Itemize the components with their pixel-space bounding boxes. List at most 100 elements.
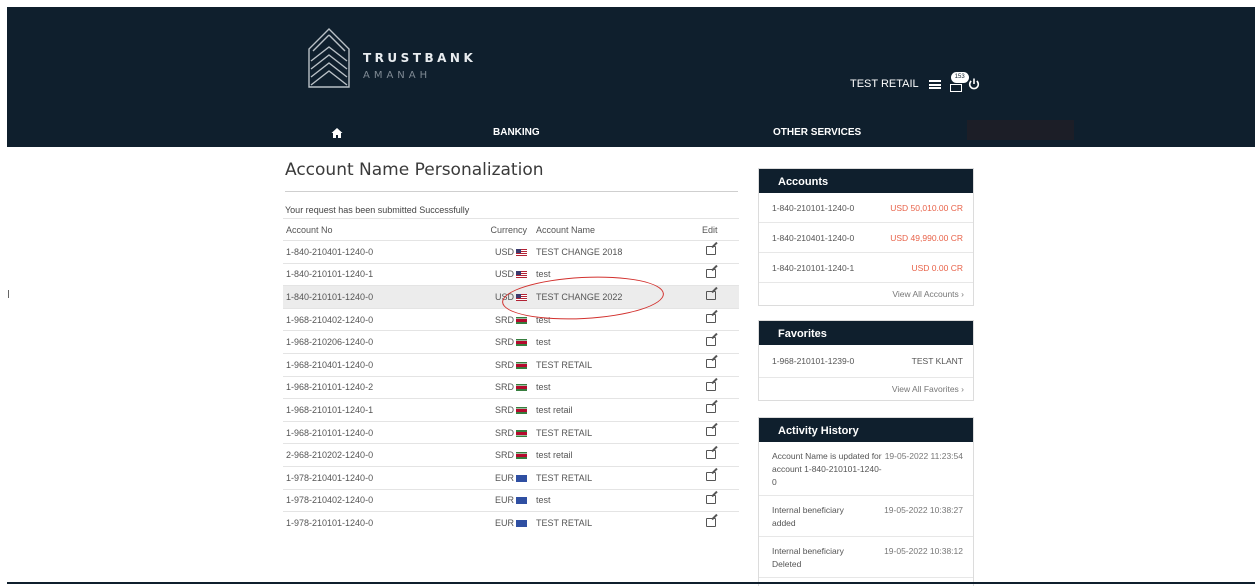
srd-flag-icon	[516, 429, 527, 437]
edit-cell	[699, 420, 739, 444]
table-row: 1-978-210402-1240-0 EUR test	[283, 488, 739, 512]
edit-icon[interactable]	[706, 246, 716, 256]
header: TRUSTBANK AMANAH TEST RETAIL 153 BANKING…	[7, 7, 1255, 147]
currency-cell: USD	[475, 262, 533, 286]
home-icon[interactable]	[330, 126, 344, 140]
account-number: 1-968-210402-1240-0	[283, 307, 475, 331]
activity-text: Internal beneficiary Deleted	[772, 546, 844, 569]
title-divider	[285, 191, 738, 192]
currency-code: EUR	[494, 518, 514, 529]
edit-icon[interactable]	[706, 472, 716, 482]
table-row: 2-968-210202-1240-0 SRD test retail	[283, 443, 739, 467]
account-number: 1-978-210402-1240-0	[283, 488, 475, 512]
summary-balance: USD 0.00 CR	[911, 262, 964, 273]
view-all-accounts-link[interactable]: View All Accounts ›	[759, 283, 973, 305]
account-name: test	[533, 375, 699, 399]
edit-icon[interactable]	[706, 359, 716, 369]
currency-cell: EUR	[475, 465, 533, 490]
edit-cell	[699, 262, 739, 286]
currency-cell: SRD	[475, 330, 533, 354]
user-area: TEST RETAIL 153	[850, 72, 980, 95]
srd-flag-icon	[516, 339, 527, 347]
account-number: 1-978-210101-1240-0	[283, 511, 475, 535]
edit-icon[interactable]	[706, 381, 716, 391]
currency-cell: SRD	[475, 352, 533, 377]
accounts-panel: Accounts 1-840-210101-1240-0 USD 50,010.0…	[758, 168, 974, 306]
edit-icon[interactable]	[706, 314, 716, 324]
activity-text: Account Name is updated for account 1-84…	[772, 451, 882, 487]
account-summary-row[interactable]: 1-840-210401-1240-0 USD 49,990.00 CR	[759, 223, 973, 253]
edit-cell	[699, 488, 739, 512]
currency-code: USD	[494, 269, 514, 280]
summary-account-number: 1-840-210101-1240-0	[772, 202, 855, 213]
nav-other-services[interactable]: OTHER SERVICES	[773, 127, 861, 138]
table-row: 1-968-210401-1240-0 SRD TEST RETAIL	[283, 352, 739, 377]
table-row: 1-968-210402-1240-0 SRD test	[283, 307, 739, 331]
activity-text: Internal beneficiary added	[772, 505, 844, 528]
edit-icon[interactable]	[706, 404, 716, 414]
currency-cell: USD	[475, 240, 533, 264]
account-number: 1-968-210401-1240-0	[283, 352, 475, 377]
favorite-row[interactable]: 1-968-210101-1239-0 TEST KLANT	[759, 345, 973, 378]
power-icon[interactable]	[968, 78, 980, 90]
edit-cell	[699, 465, 739, 490]
edit-icon[interactable]	[706, 494, 716, 504]
account-name: TEST RETAIL	[533, 465, 699, 490]
hamburger-menu-icon[interactable]	[928, 79, 941, 89]
mail-count-badge: 153	[950, 72, 969, 83]
edit-icon[interactable]	[706, 517, 716, 527]
edit-cell	[699, 352, 739, 377]
table-row: 1-968-210101-1240-0 SRD TEST RETAIL	[283, 420, 739, 444]
currency-cell: SRD	[475, 375, 533, 399]
account-name: TEST RETAIL	[533, 352, 699, 377]
eur-flag-icon	[516, 474, 527, 482]
edit-icon[interactable]	[706, 268, 716, 278]
account-name: TEST RETAIL	[533, 511, 699, 535]
usd-flag-icon	[516, 248, 527, 256]
accounts-table: Account No Currency Account Name Edit 1-…	[283, 218, 739, 535]
summary-balance: USD 50,010.00 CR	[890, 202, 963, 213]
account-number: 1-968-210101-1240-2	[283, 375, 475, 399]
currency-cell: SRD	[475, 443, 533, 467]
brand-name: TRUSTBANK	[363, 51, 477, 65]
edit-cell	[699, 240, 739, 264]
edit-cell	[699, 511, 739, 535]
currency-code: EUR	[494, 495, 514, 506]
user-name[interactable]: TEST RETAIL	[850, 78, 919, 90]
edit-icon[interactable]	[706, 427, 716, 437]
page-title: Account Name Personalization	[285, 160, 544, 180]
favorite-account-number: 1-968-210101-1239-0	[772, 356, 855, 366]
currency-cell: SRD	[475, 398, 533, 422]
edit-icon[interactable]	[706, 291, 716, 301]
account-number: 1-968-210101-1240-1	[283, 398, 475, 422]
currency-code: EUR	[494, 472, 514, 483]
account-summary-row[interactable]: 1-840-210101-1240-1 USD 0.00 CR	[759, 253, 973, 283]
favorites-panel-title: Favorites	[759, 321, 973, 345]
edit-icon[interactable]	[706, 449, 716, 459]
srd-flag-icon	[516, 406, 527, 414]
srd-flag-icon	[516, 316, 527, 324]
currency-cell: EUR	[475, 511, 533, 535]
edit-icon[interactable]	[706, 336, 716, 346]
scroll-marker	[8, 290, 9, 298]
summary-account-number: 1-840-210101-1240-1	[772, 262, 855, 273]
account-number: 1-840-210401-1240-0	[283, 240, 475, 264]
mail-icon[interactable]: 153	[949, 72, 969, 93]
col-edit: Edit	[699, 218, 739, 241]
currency-code: USD	[494, 246, 514, 257]
account-summary-row[interactable]: 1-840-210101-1240-0 USD 50,010.00 CR	[759, 193, 973, 223]
activity-item: Internal beneficiary added 19-05-2022 10:…	[759, 496, 973, 537]
srd-flag-icon	[516, 452, 527, 460]
table-row: 1-968-210101-1240-1 SRD test retail	[283, 398, 739, 422]
table-row: 1-840-210401-1240-0 USD TEST CHANGE 2018	[283, 240, 739, 264]
favorite-name: TEST KLANT	[911, 356, 963, 366]
account-name: test	[533, 488, 699, 512]
currency-code: SRD	[494, 404, 514, 415]
nav-banking[interactable]: BANKING	[493, 127, 540, 138]
trustbank-logo[interactable]: TRUSTBANK AMANAH	[305, 27, 505, 97]
view-all-favorites-link[interactable]: View All Favorites ›	[759, 378, 973, 400]
col-account-no: Account No	[283, 218, 475, 241]
account-number: 1-968-210206-1240-0	[283, 330, 475, 354]
account-name: test	[533, 330, 699, 354]
edit-cell	[699, 285, 739, 309]
